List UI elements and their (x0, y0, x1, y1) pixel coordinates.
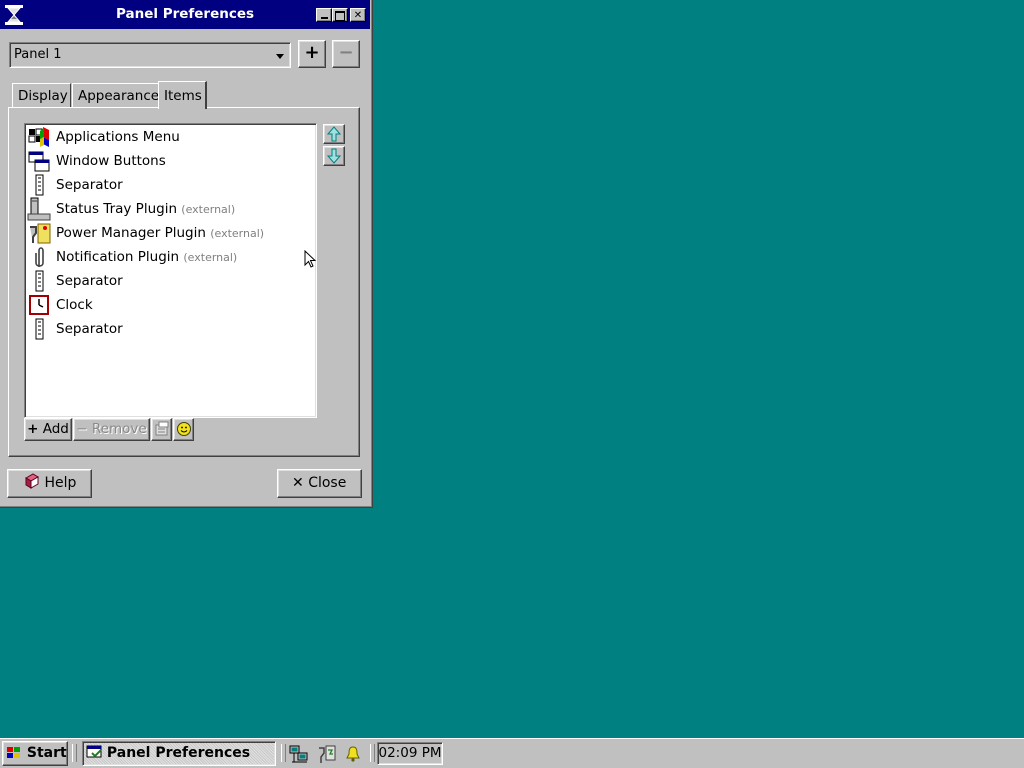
close-button[interactable]: ✕ Close (277, 469, 362, 498)
item-label: Applications Menu (56, 129, 180, 145)
start-button[interactable]: Start (2, 741, 68, 766)
start-logo-icon (7, 747, 20, 758)
item-label: Separator (56, 321, 123, 337)
tab-appearance-label: Appearance (78, 88, 160, 104)
external-tag: (external) (181, 203, 236, 216)
title-bar[interactable]: Panel Preferences ✕ (0, 0, 370, 29)
list-item[interactable]: Status Tray Plugin (external) (27, 197, 313, 221)
close-label: Close (308, 475, 347, 491)
separator-icon (35, 174, 44, 196)
window-buttons-icon (28, 151, 50, 172)
start-label: Start (26, 745, 67, 761)
taskbar: Start Panel Preferences 02:09 PM (0, 738, 1024, 768)
panel-items-list[interactable]: Applications Menu Window Buttons Separat… (24, 123, 317, 418)
minus-icon: − (338, 42, 354, 63)
item-label: Separator (56, 273, 123, 289)
help-book-icon (25, 473, 39, 489)
list-item[interactable]: Applications Menu (27, 125, 313, 149)
separator-icon (35, 318, 44, 340)
tab-items[interactable]: Items (158, 81, 207, 109)
item-label: Notification Plugin (56, 249, 180, 265)
window-title: Panel Preferences (115, 6, 255, 22)
item-label: Power Manager Plugin (56, 225, 206, 241)
minimize-button[interactable] (316, 8, 332, 22)
maximize-icon (335, 11, 345, 21)
list-item[interactable]: Separator (27, 269, 313, 293)
help-label: Help (44, 475, 77, 491)
minus-icon: − (76, 421, 88, 437)
tab-appearance[interactable]: Appearance (72, 83, 159, 107)
power-manager-icon (30, 223, 51, 244)
panel-selector[interactable]: Panel 1 (9, 42, 291, 68)
taskbar-handle[interactable] (281, 744, 286, 762)
move-down-button[interactable] (323, 146, 345, 166)
list-item[interactable]: Window Buttons (27, 149, 313, 173)
list-item[interactable]: Clock (27, 293, 313, 317)
external-tag: (external) (210, 227, 265, 240)
taskbar-clock[interactable]: 02:09 PM (377, 742, 443, 765)
external-tag: (external) (183, 251, 238, 264)
taskbar-handle[interactable] (370, 744, 375, 762)
close-window-button[interactable]: ✕ (350, 8, 366, 22)
tab-display-label: Display (18, 88, 68, 104)
mouse-cursor-icon (304, 250, 317, 268)
add-item-button[interactable]: + Add (24, 418, 72, 441)
arrow-up-icon (326, 126, 342, 142)
add-panel-button[interactable]: + (298, 40, 326, 68)
smiley-icon (176, 422, 191, 436)
item-label: Status Tray Plugin (56, 201, 177, 217)
list-item[interactable]: Notification Plugin (external) (27, 245, 313, 269)
help-button[interactable]: Help (7, 469, 92, 498)
chevron-down-icon (276, 54, 284, 59)
panel-selector-value: Panel 1 (14, 47, 62, 62)
item-label: Window Buttons (56, 153, 166, 169)
applications-menu-icon (28, 127, 49, 147)
remove-item-label: Remove (91, 421, 147, 437)
task-label: Panel Preferences (106, 745, 251, 761)
maximize-button[interactable] (332, 8, 348, 22)
add-item-label: Add (42, 421, 69, 437)
separator-icon (35, 270, 44, 292)
list-item[interactable]: Separator (27, 317, 313, 341)
close-icon: ✕ (292, 475, 304, 491)
move-up-button[interactable] (323, 124, 345, 144)
tab-display[interactable]: Display (12, 83, 71, 107)
list-item[interactable]: Power Manager Plugin (external) (27, 221, 313, 245)
remove-item-button[interactable]: − Remove (73, 418, 150, 441)
plus-icon: + (27, 421, 39, 437)
power-plug-icon[interactable] (317, 744, 337, 764)
bell-icon[interactable] (345, 745, 361, 763)
tab-items-label: Items (164, 88, 202, 104)
arrow-down-icon (326, 148, 342, 164)
item-about-button[interactable] (173, 418, 194, 441)
item-label: Separator (56, 177, 123, 193)
clock-icon (29, 295, 49, 315)
plus-icon: + (304, 42, 320, 63)
notification-icon (35, 247, 44, 267)
remove-panel-button[interactable]: − (332, 40, 360, 68)
properties-icon (155, 421, 168, 436)
list-item[interactable]: Separator (27, 173, 313, 197)
taskbar-item-panel-preferences[interactable]: Panel Preferences (82, 741, 276, 766)
taskbar-handle[interactable] (72, 744, 77, 762)
network-icon[interactable] (289, 744, 309, 764)
minimize-icon (320, 17, 328, 19)
panel-preferences-icon (86, 745, 102, 758)
status-tray-icon (27, 197, 51, 221)
item-label: Clock (56, 297, 93, 313)
close-icon: ✕ (353, 10, 363, 21)
item-properties-button[interactable] (151, 418, 172, 441)
